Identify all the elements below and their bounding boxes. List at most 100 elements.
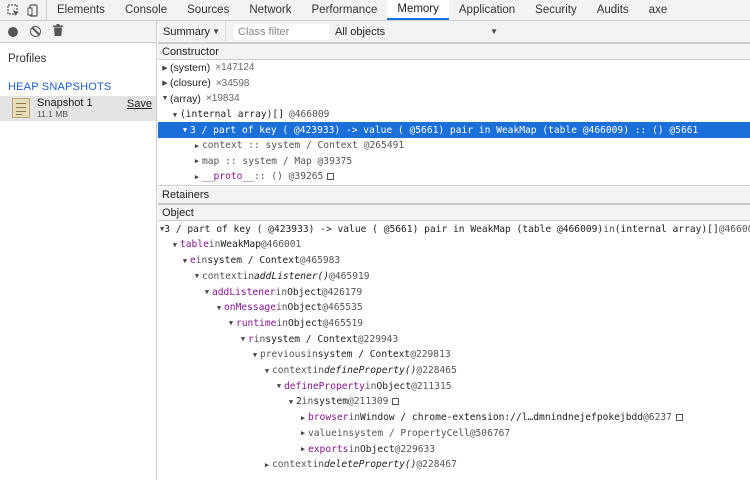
constructor-name: (array) <box>170 92 201 105</box>
class-filter-input[interactable] <box>234 23 329 40</box>
reveal-box-icon[interactable] <box>392 398 400 406</box>
tab-console[interactable]: Console <box>115 0 177 20</box>
tab-elements[interactable]: Elements <box>47 0 115 20</box>
in-keyword: in <box>253 333 266 345</box>
collapse-arrow-icon[interactable]: ▼ <box>180 126 190 134</box>
retainer-row[interactable]: ▶ value in system / PropertyCell @506767 <box>158 426 750 442</box>
constructor-name: (system) <box>170 61 211 74</box>
in-keyword: in <box>301 396 314 408</box>
object-id: @228467 <box>416 459 457 471</box>
retainer-row[interactable]: ▼ previous in system / Context @229813 <box>158 347 750 363</box>
tab-sources[interactable]: Sources <box>177 0 239 20</box>
inspect-element-icon[interactable] <box>6 3 20 17</box>
tab-memory[interactable]: Memory <box>387 0 449 20</box>
expand-arrow-icon[interactable]: ▶ <box>298 445 308 453</box>
retainer-row[interactable]: ▼ onMessage in Object @465535 <box>158 300 750 316</box>
retainer-type: deleteProperty() <box>324 459 417 471</box>
object-id: @229633 <box>394 443 436 455</box>
snapshot-icon <box>12 98 30 118</box>
expand-arrow-icon[interactable]: ▶ <box>192 157 202 165</box>
tab-network[interactable]: Network <box>239 0 301 20</box>
expand-arrow-icon[interactable]: ▶ <box>298 414 308 422</box>
constructor-row[interactable]: ▶ context :: system / Context @265491 <box>158 138 750 154</box>
snapshot-name: Snapshot 1 <box>37 97 93 109</box>
retainer-row[interactable]: ▼ context in defineProperty() @228465 <box>158 363 750 379</box>
retainer-row[interactable]: ▼ 3 / part of key ( @423933) -> value ( @… <box>158 222 750 238</box>
collapse-arrow-icon[interactable]: ▼ <box>192 272 202 280</box>
expand-arrow-icon[interactable]: ▶ <box>262 461 272 469</box>
collapse-arrow-icon[interactable]: ▼ <box>170 111 180 119</box>
collapse-arrow-icon[interactable]: ▼ <box>170 241 180 249</box>
constructor-row[interactable]: ▼ (array) ×19834 <box>158 91 750 107</box>
record-icon[interactable] <box>8 26 18 37</box>
view-select[interactable]: Summary ▼ <box>158 20 226 43</box>
object-column-header[interactable]: Object <box>158 204 750 221</box>
collapse-arrow-icon[interactable]: ▼ <box>250 351 260 359</box>
collapse-arrow-icon[interactable]: ▼ <box>214 304 224 312</box>
reveal-box-icon[interactable] <box>327 173 335 181</box>
retainer-property: runtime <box>236 317 277 329</box>
retainer-property: value <box>308 427 337 439</box>
retainer-row[interactable]: ▼ runtime in Object @465519 <box>158 316 750 332</box>
retainer-row[interactable]: ▼ defineProperty in Object @211315 <box>158 379 750 395</box>
retainer-row[interactable]: ▼ context in addListener() @465919 <box>158 269 750 285</box>
constructor-row[interactable]: ▶ (system) ×147124 <box>158 60 750 76</box>
constructor-row[interactable]: ▼ (internal array)[] @466009 <box>158 107 750 123</box>
collapse-arrow-icon[interactable]: ▼ <box>180 257 190 265</box>
retainer-row[interactable]: ▶ context in deleteProperty() @228467 <box>158 457 750 473</box>
retainer-type: system / Context <box>317 349 411 361</box>
view-select-value: Summary <box>163 25 211 38</box>
tab-application[interactable]: Application <box>449 0 525 20</box>
collapse-arrow-icon[interactable]: ▼ <box>262 367 272 375</box>
tab-audits[interactable]: Audits <box>587 0 639 20</box>
retainer-row[interactable]: ▼ 2 in system @211309 <box>158 394 750 410</box>
collapse-arrow-icon[interactable]: ▼ <box>226 319 236 327</box>
collapse-arrow-icon[interactable]: ▼ <box>202 288 212 296</box>
retainer-row[interactable]: ▼ addListener in Object @426179 <box>158 284 750 300</box>
selected-constructor-row[interactable]: ▼ 3 / part of key ( @423933) -> value ( … <box>158 122 750 138</box>
retainer-type: system / Context <box>265 333 358 345</box>
constructor-column-header[interactable]: Constructor <box>158 43 750 60</box>
profiles-panel: Profiles HEAP SNAPSHOTS Snapshot 1 11.1 … <box>0 21 157 480</box>
collapse-arrow-icon[interactable]: ▼ <box>238 335 248 343</box>
retainer-row[interactable]: ▼ r in system / Context @229943 <box>158 331 750 347</box>
instance-count: ×147124 <box>215 62 255 74</box>
in-keyword: in <box>364 380 377 392</box>
expand-arrow-icon[interactable]: ▶ <box>192 173 202 181</box>
tab-performance[interactable]: Performance <box>302 0 388 20</box>
objects-filter-select[interactable]: All objects ▼ <box>335 26 503 38</box>
retainer-row[interactable]: ▶ browser in Window / chrome-extension://… <box>158 410 750 426</box>
constructor-row[interactable]: ▶ map :: system / Map @39375 <box>158 154 750 170</box>
collapse-arrow-icon[interactable]: ▼ <box>160 95 170 102</box>
tab-axe[interactable]: axe <box>639 0 678 20</box>
snapshot-item[interactable]: Snapshot 1 11.1 MB Save <box>0 96 156 121</box>
object-id: @506767 <box>469 427 511 439</box>
expand-arrow-icon[interactable]: ▶ <box>160 64 170 72</box>
chevron-down-icon: ▼ <box>212 27 220 36</box>
collapse-arrow-icon[interactable]: ▼ <box>274 382 284 390</box>
retainer-row[interactable]: ▶ exports in Object @229633 <box>158 441 750 457</box>
trash-icon[interactable] <box>53 24 63 39</box>
constructor-name: (internal array)[] <box>180 109 284 121</box>
in-keyword: in <box>336 427 349 439</box>
reveal-box-icon[interactable] <box>675 414 683 422</box>
constructor-row[interactable]: ▶ __proto__ :: () @39265 <box>158 169 750 185</box>
pane-divider[interactable] <box>158 185 750 186</box>
expand-arrow-icon[interactable]: ▶ <box>298 429 308 437</box>
chevron-down-icon: ▼ <box>490 27 498 36</box>
tab-security[interactable]: Security <box>525 0 587 20</box>
clear-all-icon[interactable] <box>30 26 41 37</box>
devtools-tab-bar: Elements Console Sources Network Perform… <box>0 0 750 21</box>
retainer-row[interactable]: ▼ e in system / Context @465983 <box>158 253 750 269</box>
expand-arrow-icon[interactable]: ▶ <box>192 142 202 150</box>
retainer-property: previous <box>260 349 307 361</box>
in-keyword: in <box>276 317 288 329</box>
expand-arrow-icon[interactable]: ▶ <box>160 79 170 87</box>
device-toolbar-icon[interactable] <box>26 3 40 17</box>
save-snapshot-link[interactable]: Save <box>127 98 152 110</box>
collapse-arrow-icon[interactable]: ▼ <box>286 398 296 406</box>
retainer-row[interactable]: ▼ table in WeakMap @466001 <box>158 237 750 253</box>
object-id: @211315 <box>411 380 452 392</box>
object-id: @6237 <box>643 412 672 424</box>
constructor-row[interactable]: ▶ (closure) ×34598 <box>158 76 750 92</box>
